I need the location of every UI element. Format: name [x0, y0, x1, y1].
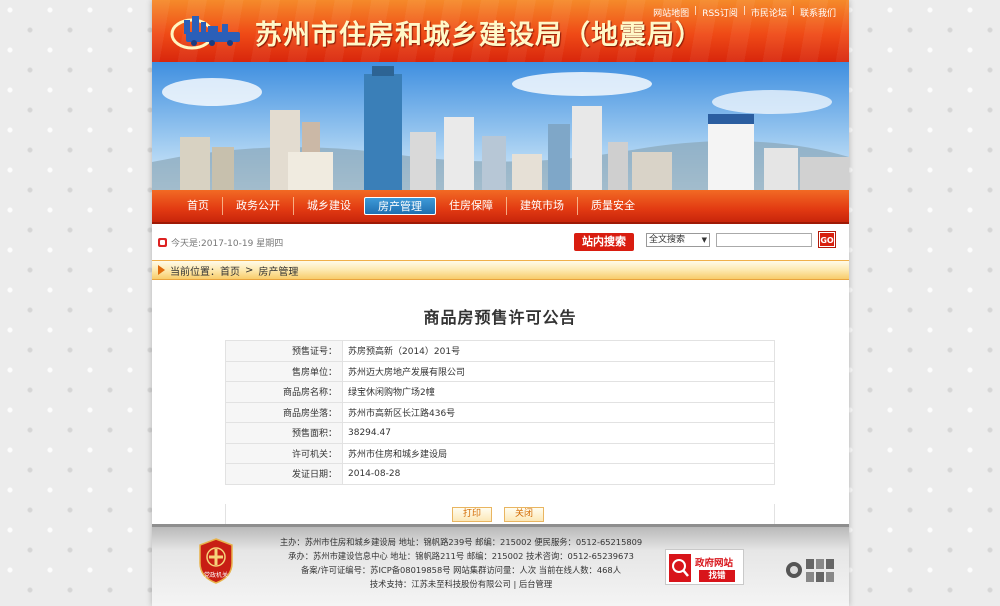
arrow-right-icon — [158, 265, 165, 275]
breadcrumb-home[interactable]: 首页 — [220, 263, 240, 278]
row-label: 预售证号： — [225, 340, 343, 362]
search-go-button[interactable]: GO — [818, 231, 836, 248]
top-link-contact[interactable]: 联系我们 — [795, 6, 841, 19]
print-button[interactable]: 打印 — [452, 507, 492, 522]
nav-item-urban-construction[interactable]: 城乡建设 — [293, 197, 364, 215]
gov-badge-subtitle: 找错 — [699, 570, 735, 582]
row-label: 许可机关： — [225, 442, 343, 464]
site-footer: 党政机关 主办：苏州市住房和城乡建设局 地址：锦帆路239号 邮编：215002… — [152, 524, 849, 606]
row-label: 售房单位： — [225, 360, 343, 382]
nav-item-housing-management[interactable]: 房产管理 — [364, 197, 436, 215]
site-header: 苏州市住房和城乡建设局（地震局） 网站地图 | RSS订阅 | 市民论坛 | 联… — [152, 0, 849, 62]
website-identity-icon[interactable] — [782, 553, 840, 587]
row-value: 苏州市住房和城乡建设局 — [342, 442, 775, 464]
close-button[interactable]: 关闭 — [504, 507, 544, 522]
building-train-logo-icon[interactable] — [170, 10, 244, 50]
breadcrumb: 当前位置： 首页 > 房产管理 — [152, 260, 849, 280]
row-value: 38294.47 — [342, 422, 775, 444]
search-type-select[interactable]: 全文搜索 ▼ — [646, 233, 710, 247]
top-link-rss[interactable]: RSS订阅 — [697, 6, 743, 19]
breadcrumb-prefix: 当前位置： — [170, 266, 220, 278]
row-value: 2014-08-28 — [342, 463, 775, 485]
nav-item-construction-market[interactable]: 建筑市场 — [506, 197, 577, 215]
city-skyline-banner — [152, 62, 849, 190]
main-nav: 首页 政务公开 城乡建设 房产管理 住房保障 建筑市场 质量安全 — [152, 190, 849, 224]
site-title: 苏州市住房和城乡建设局（地震局） — [255, 20, 703, 51]
party-government-badge-icon[interactable]: 党政机关 — [196, 537, 236, 585]
nav-item-quality-safety[interactable]: 质量安全 — [577, 197, 648, 215]
table-row: 商品房坐落： 苏州市高新区长江路436号 — [225, 401, 775, 423]
top-link-forum[interactable]: 市民论坛 — [746, 6, 792, 19]
page-container: 苏州市住房和城乡建设局（地震局） 网站地图 | RSS订阅 | 市民论坛 | 联… — [152, 0, 849, 606]
nav-item-home[interactable]: 首页 — [174, 197, 222, 215]
row-value: 绿宝休闲购物广场2幢 — [342, 381, 775, 403]
chevron-down-icon: ▼ — [701, 236, 707, 244]
gov-badge-title: 政府网站 — [695, 558, 734, 569]
nav-item-housing-security[interactable]: 住房保障 — [436, 197, 506, 215]
table-row: 售房单位： 苏州迈大房地产发展有限公司 — [225, 360, 775, 382]
top-link-sitemap[interactable]: 网站地图 — [648, 6, 694, 19]
table-row: 商品房名称： 绿宝休闲购物广场2幢 — [225, 381, 775, 403]
search-input[interactable] — [716, 233, 812, 247]
footer-line-icp: 备案/许可证编号：苏ICP备08019858号 网站集群访问量：人次 当前在线人… — [301, 565, 621, 575]
nav-item-gov-affairs[interactable]: 政务公开 — [222, 197, 293, 215]
calendar-icon — [158, 238, 167, 247]
divider: | — [742, 6, 746, 16]
table-row: 发证日期： 2014-08-28 — [225, 463, 775, 485]
divider: | — [694, 6, 698, 16]
row-label: 发证日期： — [225, 463, 343, 485]
search-type-value: 全文搜索 — [649, 235, 686, 245]
date-bar: 今天是:2017-10-19 星期四 — [158, 236, 283, 249]
date-text: 今天是:2017-10-19 星期四 — [171, 239, 284, 249]
footer-line-sponsor: 主办：苏州市住房和城乡建设局 地址：锦帆路239号 邮编：215002 便民服务… — [279, 537, 643, 547]
footer-info: 主办：苏州市住房和城乡建设局 地址：锦帆路239号 邮编：215002 便民服务… — [256, 535, 666, 591]
table-row: 预售证号： 苏房预高新（2014）201号 — [225, 340, 775, 362]
divider: | — [791, 6, 795, 16]
permit-info-table: 预售证号： 苏房预高新（2014）201号 售房单位： 苏州迈大房地产发展有限公… — [225, 340, 775, 485]
top-links: 网站地图 | RSS订阅 | 市民论坛 | 联系我们 — [648, 6, 841, 19]
content-area: 商品房预售许可公告 预售证号： 苏房预高新（2014）201号 售房单位： 苏州… — [158, 286, 842, 528]
row-value: 苏州市高新区长江路436号 — [342, 401, 775, 423]
footer-line-organizer: 承办：苏州市建设信息中心 地址：锦帆路211号 邮编：215002 技术咨询：0… — [288, 551, 634, 561]
breadcrumb-current[interactable]: 房产管理 — [258, 263, 298, 278]
site-search-badge: 站内搜索 — [574, 233, 634, 251]
page-title: 商品房预售许可公告 — [423, 308, 577, 327]
badge-text: 党政机关 — [204, 571, 228, 579]
table-row: 预售面积： 38294.47 — [225, 422, 775, 444]
row-value: 苏房预高新（2014）201号 — [342, 340, 775, 362]
magnifier-icon — [669, 554, 691, 582]
breadcrumb-separator: > — [245, 264, 254, 276]
row-label: 商品房坐落： — [225, 401, 343, 423]
table-row: 许可机关： 苏州市住房和城乡建设局 — [225, 442, 775, 464]
row-value: 苏州迈大房地产发展有限公司 — [342, 360, 775, 382]
row-label: 预售面积： — [225, 422, 343, 444]
footer-line-support: 技术支持：江苏未至科技股份有限公司 | 后台管理 — [369, 579, 553, 589]
row-label: 商品房名称： — [225, 381, 343, 403]
gov-website-error-report-button[interactable]: 政府网站 找错 — [665, 549, 744, 585]
